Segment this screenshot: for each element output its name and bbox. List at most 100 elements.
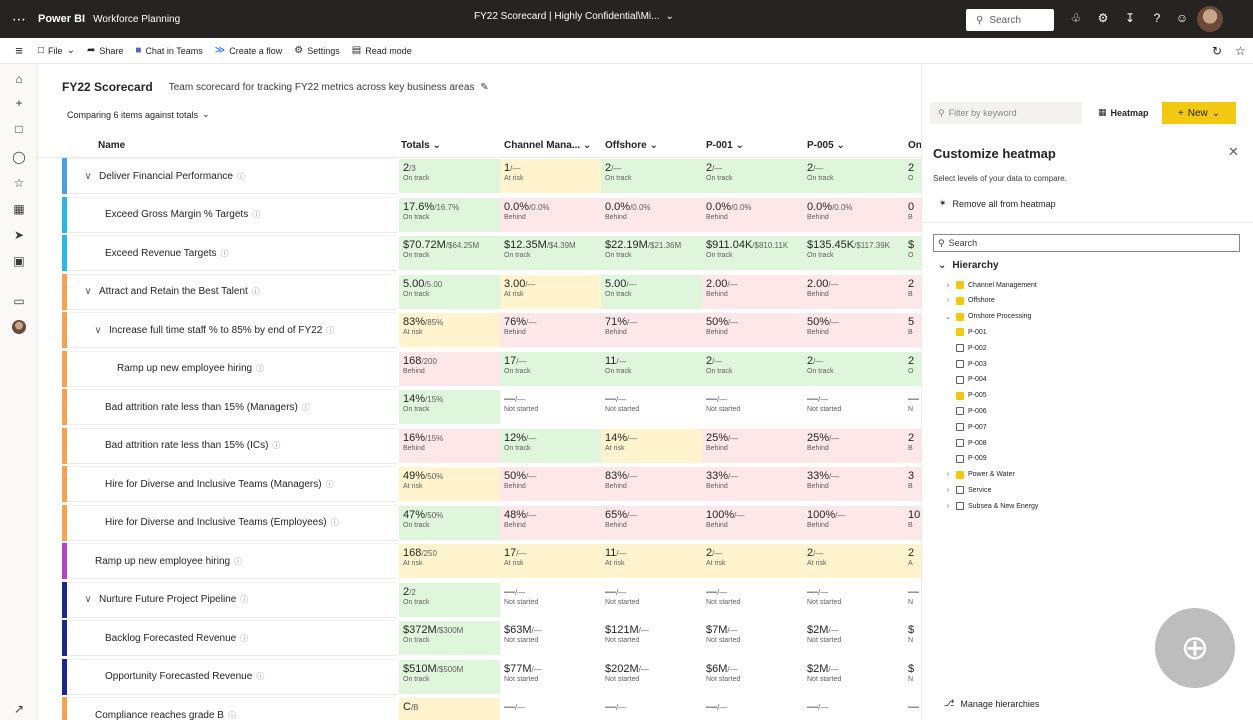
workspace-avatar[interactable]: [12, 320, 26, 334]
metric-cell[interactable]: 25%/— Behind: [803, 428, 904, 463]
checkbox[interactable]: [956, 407, 964, 416]
metric-cell[interactable]: 1/— At risk: [500, 159, 601, 193]
column-header-name[interactable]: Name: [98, 140, 125, 151]
star-icon[interactable]: ☆: [1235, 44, 1246, 58]
workspace-name[interactable]: Workforce Planning: [93, 14, 180, 25]
metric-cell[interactable]: 49%/50% At risk: [399, 467, 500, 501]
file-menu[interactable]: □ File ⌄: [38, 45, 75, 56]
metric-cell[interactable]: 50%/— Behind: [803, 313, 904, 347]
metric-cell[interactable]: 16%/15% Behind: [399, 428, 500, 463]
checkbox[interactable]: [956, 439, 964, 447]
metric-cell[interactable]: 2.00/— Behind: [702, 274, 803, 309]
metric-cell[interactable]: $ N: [904, 659, 921, 694]
metric-cell[interactable]: 2/3 On track: [399, 159, 500, 193]
hierarchy-item[interactable]: P-005: [956, 389, 987, 403]
info-icon[interactable]: ⓘ: [272, 440, 280, 451]
column-header-channel[interactable]: Channel Mana... ⌄: [504, 140, 591, 151]
current-workspace-icon[interactable]: ▭: [0, 294, 38, 308]
metric-cell[interactable]: 2B: [904, 274, 921, 309]
checkbox[interactable]: [956, 328, 964, 337]
hierarchy-item[interactable]: P-006: [956, 404, 987, 418]
metric-cell[interactable]: 65%/— Behind: [601, 505, 702, 540]
metric-cell[interactable]: 2/— At risk: [803, 544, 904, 578]
metric-cell[interactable]: 2/— On track: [702, 351, 803, 386]
row-name-cell[interactable]: Ramp up new employee hiring ⓘ: [67, 350, 397, 387]
metric-cell[interactable]: —/—: [702, 698, 803, 720]
metric-cell[interactable]: — N: [904, 390, 921, 424]
metric-cell[interactable]: 2/— On track: [803, 159, 904, 193]
hierarchy-item[interactable]: P-009: [956, 452, 987, 466]
checkbox[interactable]: [956, 502, 964, 511]
metric-cell[interactable]: 100%/— Behind: [803, 505, 904, 540]
metric-cell[interactable]: 2/2 On track: [399, 582, 500, 617]
row-name-cell[interactable]: Opportunity Forecasted Revenue ⓘ: [67, 658, 397, 695]
metric-cell[interactable]: 0.0%/0.0% Behind: [500, 197, 601, 232]
info-icon[interactable]: ⓘ: [252, 286, 260, 297]
metric-cell[interactable]: 168/200 Behind: [399, 351, 500, 386]
metric-cell[interactable]: 71%/— Behind: [601, 313, 702, 347]
metric-cell[interactable]: $2M/— Not started: [803, 621, 904, 655]
info-icon[interactable]: ⓘ: [326, 325, 334, 336]
home-icon[interactable]: ⌂: [0, 72, 38, 86]
checkbox[interactable]: [956, 486, 964, 495]
metric-cell[interactable]: 83%/85% At risk: [399, 313, 500, 347]
metric-cell[interactable]: 2/— At risk: [702, 544, 803, 578]
metric-cell[interactable]: 33%/— Behind: [702, 467, 803, 501]
metric-cell[interactable]: $6M/— Not started: [702, 659, 803, 694]
row-name-cell[interactable]: Compliance reaches grade B ⓘ: [67, 697, 397, 720]
hierarchy-item[interactable]: P-007: [956, 420, 987, 434]
info-icon[interactable]: ⓘ: [234, 556, 242, 567]
scorecard-row[interactable]: Exceed Gross Margin % Targets ⓘ 17.6%/16.7…: [62, 196, 921, 233]
metric-cell[interactable]: 48%/— Behind: [500, 505, 601, 540]
info-icon[interactable]: ⓘ: [256, 363, 264, 374]
info-icon[interactable]: ⓘ: [302, 402, 310, 413]
checkbox[interactable]: [956, 281, 964, 289]
metric-cell[interactable]: 25%/— Behind: [702, 428, 803, 463]
metric-cell[interactable]: $510M/$500M On track: [399, 659, 500, 694]
hierarchy-item[interactable]: P-002: [956, 341, 987, 355]
remove-all-button[interactable]: ✶ Remove all from heatmap: [939, 198, 1056, 209]
learn-icon[interactable]: ➤: [0, 228, 38, 242]
info-icon[interactable]: ⓘ: [221, 248, 229, 259]
scorecard-row[interactable]: Hire for Diverse and Inclusive Teams (Em…: [62, 504, 921, 541]
filter-input[interactable]: ⚲ Filter by keyword: [930, 102, 1082, 124]
read-mode-button[interactable]: ▤ Read mode: [352, 45, 412, 56]
metric-cell[interactable]: 2.00/— Behind: [803, 274, 904, 309]
new-button[interactable]: + New ⌄: [1162, 102, 1236, 124]
scorecard-row[interactable]: Ramp up new employee hiring ⓘ 168/250 At ri…: [62, 543, 921, 579]
info-icon[interactable]: ⓘ: [228, 710, 236, 720]
menu-icon[interactable]: ≡: [0, 43, 38, 58]
checkbox[interactable]: [956, 296, 964, 305]
row-name-cell[interactable]: ∨ Deliver Financial Performance ⓘ: [67, 158, 397, 194]
row-name-cell[interactable]: ∨ Attract and Retain the Best Talent ⓘ: [67, 273, 397, 310]
info-icon[interactable]: ⓘ: [256, 671, 264, 682]
metric-cell[interactable]: 5B: [904, 313, 921, 347]
metric-cell[interactable]: 0B: [904, 197, 921, 232]
metric-cell[interactable]: 12%/— On track: [500, 428, 601, 463]
metric-cell[interactable]: —/— Not started: [500, 390, 601, 424]
checkbox[interactable]: [956, 423, 964, 432]
metric-cell[interactable]: —/— Not started: [601, 390, 702, 424]
chat-in-teams-button[interactable]: ■ Chat in Teams: [135, 45, 202, 56]
metric-cell[interactable]: $ O: [904, 236, 921, 270]
row-name-cell[interactable]: Hire for Diverse and Inclusive Teams (Em…: [67, 504, 397, 541]
metric-cell[interactable]: $12.35M/$4.39M On track: [500, 236, 601, 270]
hierarchy-item[interactable]: P-008: [956, 436, 987, 450]
metric-cell[interactable]: 11/— At risk: [601, 544, 702, 578]
metric-cell[interactable]: C/B: [399, 698, 500, 720]
column-header-totals[interactable]: Totals ⌄: [401, 140, 441, 151]
smiley-icon[interactable]: ☺: [1174, 11, 1190, 25]
column-header-p005[interactable]: P-005 ⌄: [807, 140, 845, 151]
hierarchy-item[interactable]: › Power & Water: [944, 468, 1015, 482]
hierarchy-item[interactable]: P-004: [956, 373, 987, 387]
create-icon[interactable]: +: [0, 96, 38, 110]
metric-cell[interactable]: 100%/— Behind: [702, 505, 803, 540]
hierarchy-item[interactable]: ⌄ Onshore Processing: [944, 310, 1031, 324]
metric-cell[interactable]: 3.00/— At risk: [500, 274, 601, 309]
metric-cell[interactable]: $7M/— Not started: [702, 621, 803, 655]
row-name-cell[interactable]: Exceed Revenue Targets ⓘ: [67, 235, 397, 271]
chevron-down-icon[interactable]: ∨: [91, 325, 105, 336]
metric-cell[interactable]: 2O: [904, 351, 921, 386]
metric-cell[interactable]: 2/— On track: [601, 159, 702, 193]
metric-cell[interactable]: 17/— On track: [500, 351, 601, 386]
